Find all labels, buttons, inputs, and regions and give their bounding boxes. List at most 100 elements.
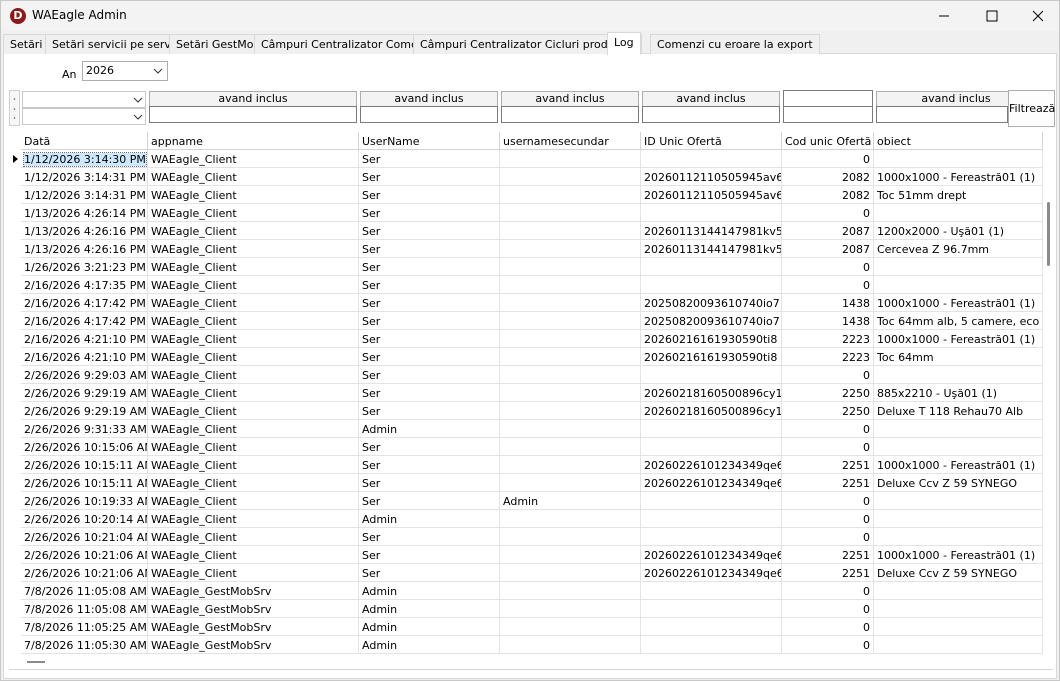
- cell-obiect[interactable]: 1000x1000 - Fereastră01 (1): [874, 330, 1043, 348]
- cell-id-unic-oferta[interactable]: [641, 258, 782, 276]
- row-indicator[interactable]: [9, 330, 21, 348]
- cell-username[interactable]: Ser: [359, 348, 500, 366]
- cell-obiect[interactable]: Deluxe Ccv Z 59 SYNEGO: [874, 474, 1043, 492]
- cell-obiect[interactable]: [874, 366, 1043, 384]
- row-indicator[interactable]: [9, 294, 21, 312]
- row-indicator[interactable]: [9, 600, 21, 618]
- tab-log[interactable]: Log: [607, 32, 641, 55]
- cell-appname[interactable]: WAEagle_Client: [148, 150, 359, 168]
- cell-username[interactable]: Ser: [359, 366, 500, 384]
- cell-data[interactable]: 2/26/2026 10:21:04 AM: [21, 528, 148, 546]
- cell-obiect[interactable]: Toc 51mm drept: [874, 186, 1043, 204]
- table-row[interactable]: 2/26/2026 10:20:14 AM WAEagle_Client Admin…: [9, 510, 1043, 528]
- cell-id-unic-oferta[interactable]: [641, 438, 782, 456]
- cell-appname[interactable]: WAEagle_Client: [148, 510, 359, 528]
- cell-obiect[interactable]: [874, 618, 1043, 636]
- row-indicator[interactable]: [9, 438, 21, 456]
- cell-appname[interactable]: WAEagle_Client: [148, 528, 359, 546]
- cell-obiect[interactable]: [874, 204, 1043, 222]
- column-header-data[interactable]: Dată: [21, 132, 148, 150]
- cell-username[interactable]: Admin: [359, 420, 500, 438]
- cell-cod-unic-oferta[interactable]: 2250: [782, 402, 874, 420]
- cell-data[interactable]: 1/12/2026 3:14:30 PM: [21, 150, 148, 168]
- cell-usernamesecundar[interactable]: [500, 420, 641, 438]
- cell-data[interactable]: 7/8/2026 11:05:08 AM: [21, 582, 148, 600]
- cell-usernamesecundar[interactable]: [500, 600, 641, 618]
- cell-obiect[interactable]: [874, 420, 1043, 438]
- cell-username[interactable]: Ser: [359, 546, 500, 564]
- cell-usernamesecundar[interactable]: [500, 150, 641, 168]
- row-indicator[interactable]: [9, 618, 21, 636]
- cell-data[interactable]: 7/8/2026 11:05:30 AM: [21, 636, 148, 654]
- cell-data[interactable]: 2/16/2026 4:17:35 PM: [21, 276, 148, 294]
- cell-appname[interactable]: WAEagle_Client: [148, 312, 359, 330]
- cell-obiect[interactable]: Cercevea Z 96.7mm: [874, 240, 1043, 258]
- cell-usernamesecundar[interactable]: [500, 618, 641, 636]
- cell-obiect[interactable]: [874, 600, 1043, 618]
- cell-id-unic-oferta[interactable]: [641, 276, 782, 294]
- cell-id-unic-oferta[interactable]: 20260112110505945av6: [641, 168, 782, 186]
- row-indicator[interactable]: [9, 492, 21, 510]
- table-row[interactable]: 2/26/2026 10:15:06 AM WAEagle_Client Ser 0: [9, 438, 1043, 456]
- row-indicator[interactable]: [9, 420, 21, 438]
- cell-appname[interactable]: WAEagle_Client: [148, 438, 359, 456]
- table-row[interactable]: 2/16/2026 4:21:10 PM WAEagle_Client Ser 202…: [9, 348, 1043, 366]
- cell-username[interactable]: Ser: [359, 186, 500, 204]
- cell-appname[interactable]: WAEagle_Client: [148, 276, 359, 294]
- cell-usernamesecundar[interactable]: [500, 546, 641, 564]
- filter-input-usernamesecundar[interactable]: [501, 106, 639, 123]
- row-indicator[interactable]: [9, 168, 21, 186]
- cell-username[interactable]: Ser: [359, 240, 500, 258]
- cell-data[interactable]: 7/8/2026 11:05:25 AM: [21, 618, 148, 636]
- cell-data[interactable]: 2/26/2026 10:21:06 AM: [21, 546, 148, 564]
- cell-appname[interactable]: WAEagle_Client: [148, 492, 359, 510]
- cell-usernamesecundar[interactable]: [500, 186, 641, 204]
- cell-obiect[interactable]: 1000x1000 - Fereastră01 (1): [874, 456, 1043, 474]
- filter-input-username[interactable]: [360, 106, 498, 123]
- cell-username[interactable]: Ser: [359, 384, 500, 402]
- cell-obiect[interactable]: Toc 64mm: [874, 348, 1043, 366]
- cell-username[interactable]: Ser: [359, 294, 500, 312]
- cell-cod-unic-oferta[interactable]: 0: [782, 438, 874, 456]
- cell-username[interactable]: Admin: [359, 582, 500, 600]
- cell-obiect[interactable]: [874, 636, 1043, 654]
- filter-field-combo[interactable]: [22, 91, 146, 108]
- table-row[interactable]: 1/13/2026 4:26:16 PM WAEagle_Client Ser 202…: [9, 240, 1043, 258]
- cell-obiect[interactable]: 1000x1000 - Fereastră01 (1): [874, 546, 1043, 564]
- cell-cod-unic-oferta[interactable]: 0: [782, 618, 874, 636]
- cell-id-unic-oferta[interactable]: [641, 150, 782, 168]
- cell-username[interactable]: Admin: [359, 600, 500, 618]
- filter-operator-username[interactable]: avand inclus: [360, 91, 498, 107]
- cell-username[interactable]: Ser: [359, 258, 500, 276]
- row-indicator[interactable]: [9, 456, 21, 474]
- cell-usernamesecundar[interactable]: [500, 294, 641, 312]
- cell-data[interactable]: 2/26/2026 10:19:33 AM: [21, 492, 148, 510]
- row-indicator[interactable]: [9, 402, 21, 420]
- cell-id-unic-oferta[interactable]: [641, 636, 782, 654]
- cell-id-unic-oferta[interactable]: [641, 582, 782, 600]
- row-indicator[interactable]: [9, 150, 21, 168]
- cell-obiect[interactable]: Deluxe Ccv Z 59 SYNEGO: [874, 564, 1043, 582]
- cell-cod-unic-oferta[interactable]: 0: [782, 420, 874, 438]
- close-button[interactable]: [1015, 1, 1060, 31]
- cell-username[interactable]: Ser: [359, 276, 500, 294]
- row-indicator[interactable]: [9, 384, 21, 402]
- tab-setari-servicii[interactable]: Setări servicii pe server: [45, 34, 190, 54]
- maximize-button[interactable]: [969, 1, 1015, 31]
- cell-username[interactable]: Ser: [359, 204, 500, 222]
- cell-id-unic-oferta[interactable]: 20260216161930590ti8: [641, 348, 782, 366]
- table-row[interactable]: 2/26/2026 9:29:19 AM WAEagle_Client Ser 202…: [9, 402, 1043, 420]
- column-header-usernamesecundar[interactable]: usernamesecundar: [500, 132, 641, 150]
- cell-data[interactable]: 2/26/2026 10:20:14 AM: [21, 510, 148, 528]
- filter-input-cod-unic-from[interactable]: [783, 90, 873, 107]
- column-header-id-unic-oferta[interactable]: ID Unic Ofertă: [641, 132, 782, 150]
- cell-obiect[interactable]: 885x2210 - Uşă01 (1): [874, 384, 1043, 402]
- table-row[interactable]: 7/8/2026 11:05:30 AM WAEagle_GestMobSrv Ad…: [9, 636, 1043, 654]
- cell-data[interactable]: 1/13/2026 4:26:16 PM: [21, 240, 148, 258]
- scrollbar-thumb[interactable]: [1047, 202, 1050, 266]
- filter-row-handle[interactable]: [9, 90, 20, 126]
- cell-id-unic-oferta[interactable]: [641, 600, 782, 618]
- cell-appname[interactable]: WAEagle_Client: [148, 168, 359, 186]
- cell-usernamesecundar[interactable]: [500, 348, 641, 366]
- cell-data[interactable]: 2/26/2026 10:15:11 AM: [21, 474, 148, 492]
